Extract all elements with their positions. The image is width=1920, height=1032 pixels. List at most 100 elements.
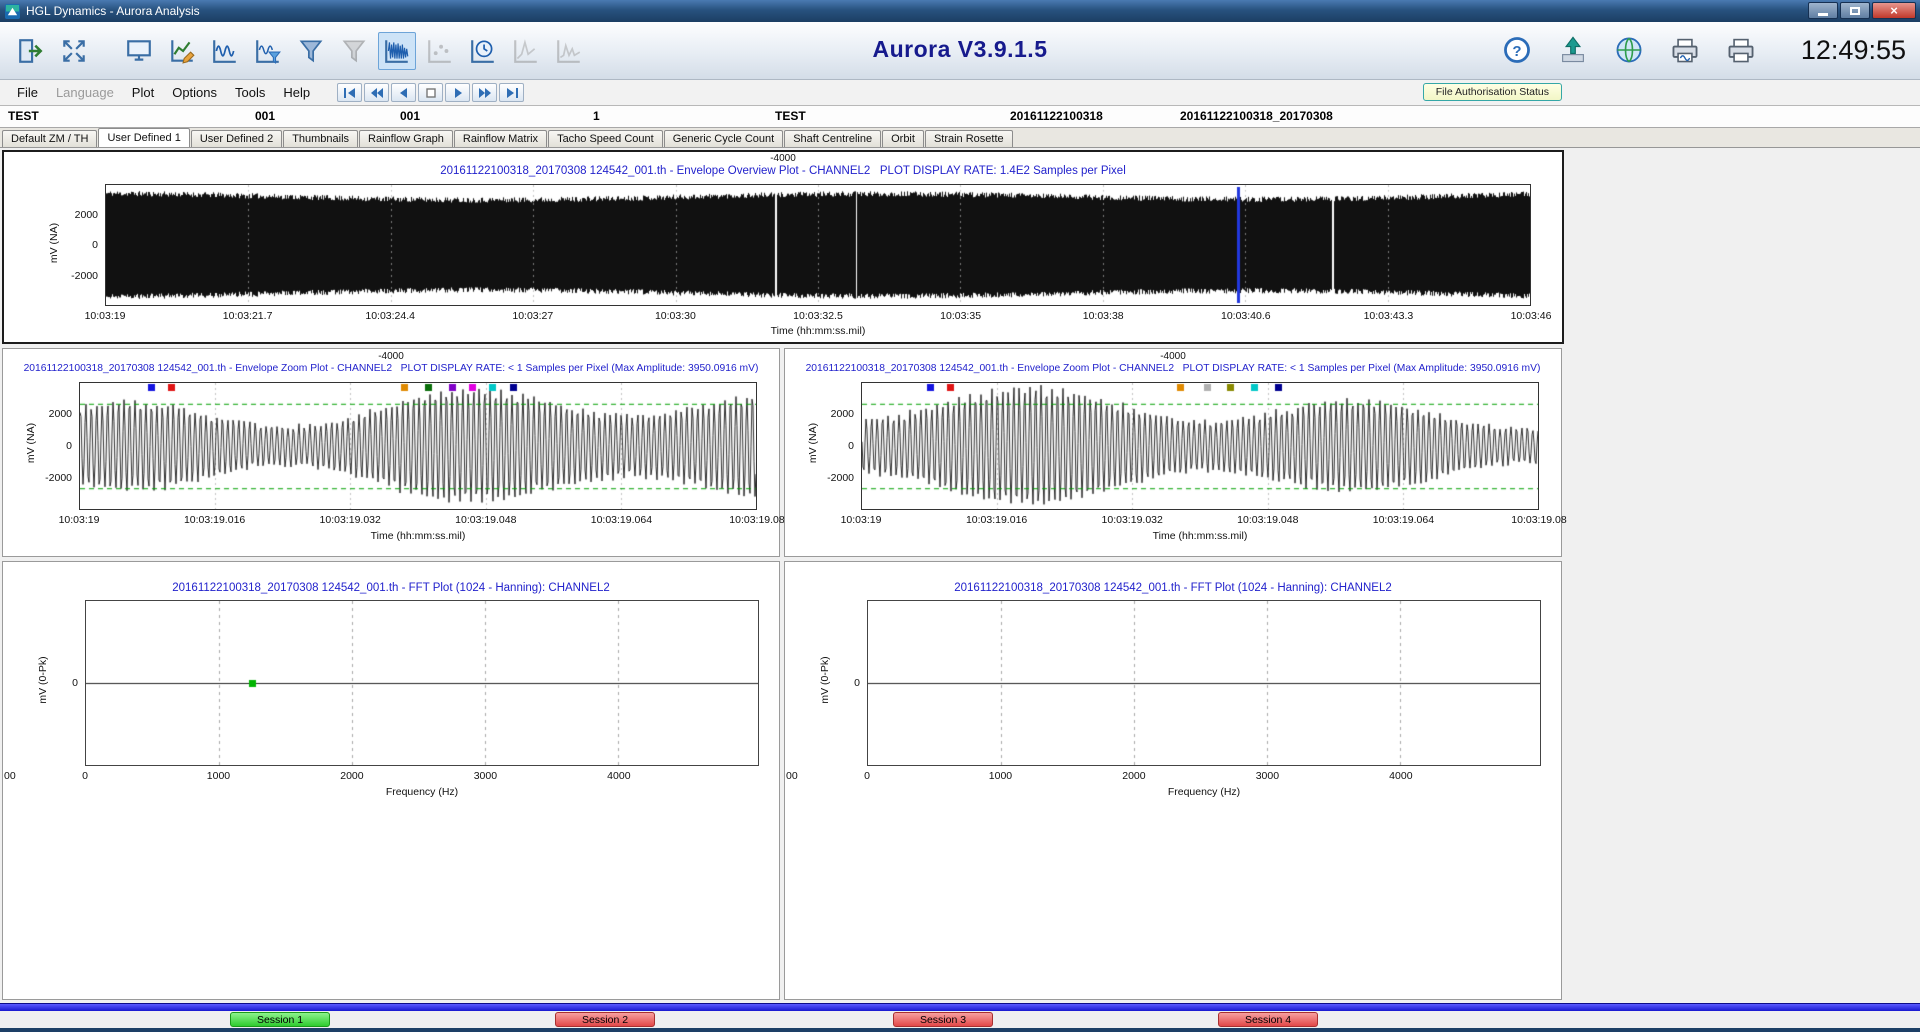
y-tick: 0 <box>92 239 98 251</box>
x-axis-label: Time (hh:mm:ss.mil) <box>370 530 466 542</box>
nav-next-button[interactable] <box>445 83 471 102</box>
help-icon[interactable]: ? <box>1499 32 1535 68</box>
x-axis-ticks: 10:03:19 10:03:21.7 10:03:24.4 10:03:27 10:0… <box>85 310 1552 323</box>
y-tick: 0 <box>66 440 72 452</box>
x-tick: 10:03:19.048 <box>455 514 517 526</box>
menu-file[interactable]: File <box>8 85 47 100</box>
nav-forward-button[interactable] <box>472 83 498 102</box>
filtered-plot-icon[interactable] <box>249 32 287 70</box>
toolbar-right-icons: ? 12:49:55 <box>1499 32 1906 68</box>
menu-plot[interactable]: Plot <box>123 85 163 100</box>
x-tick: 10:03:19.016 <box>183 514 246 526</box>
x-tick: 10:03:19.032 <box>319 514 381 526</box>
maximize-button[interactable] <box>1840 2 1870 19</box>
waveform-plot-icon[interactable] <box>206 32 244 70</box>
tab-tacho-speed-count[interactable]: Tacho Speed Count <box>548 130 663 147</box>
tab-user-defined-2[interactable]: User Defined 2 <box>190 130 283 147</box>
nav-stop-button[interactable] <box>418 83 444 102</box>
menu-language: Language <box>55 85 114 100</box>
info-field: 001 <box>400 109 421 123</box>
tab-rainflow-graph[interactable]: Rainflow Graph <box>359 130 453 147</box>
y-tick: 0 <box>854 677 860 689</box>
y-axis-label: mV (NA) <box>807 422 819 464</box>
test-info-row: TEST 001 001 1 TEST 20161122100318 20161122100… <box>0 106 1920 128</box>
fft-plot-panel-left: 20161122100318_20170308 124542_001.th - … <box>2 561 780 1000</box>
x-tick: 3000 <box>473 770 498 782</box>
plot-title: 20161122100318_20170308 124542_001.th - … <box>440 165 1126 177</box>
tab-default-zm-th[interactable]: Default ZM / TH <box>2 130 98 147</box>
plot-area[interactable] <box>105 184 1531 306</box>
upload-icon[interactable] <box>1555 32 1591 68</box>
globe-icon[interactable] <box>1611 32 1647 68</box>
spectrum2-plot-icon[interactable] <box>550 32 588 70</box>
plot-area[interactable] <box>861 382 1539 510</box>
x-tick: 10:03:32.5 <box>793 310 843 322</box>
x-tick: 0 <box>82 770 88 782</box>
envelope-zoom-plot-panel-left: -4000 20161122100318_20170308 124542_001… <box>2 348 785 557</box>
x-tick: 10:03:19 <box>84 310 126 322</box>
print-preview-icon[interactable] <box>1667 32 1703 68</box>
y-tick: -2000 <box>45 472 72 484</box>
nav-first-button[interactable] <box>337 83 363 102</box>
plot-area[interactable] <box>79 382 757 510</box>
exit-icon[interactable] <box>12 32 50 70</box>
menu-help[interactable]: Help <box>274 85 319 100</box>
app-version-title: Aurora V3.9.1.5 <box>872 36 1048 62</box>
fullscreen-icon[interactable] <box>55 32 93 70</box>
session-separator-bar <box>0 1003 1920 1011</box>
menu-bar: File Language Plot Options Tools Help File Au… <box>0 80 1920 106</box>
y-tick: 2000 <box>48 408 72 420</box>
fft-canvas <box>868 601 1540 765</box>
y-tick: 2000 <box>830 408 854 420</box>
spectrum-plot-icon[interactable] <box>507 32 545 70</box>
x-tick: 0 <box>864 770 870 782</box>
scatter-plot-icon[interactable] <box>421 32 459 70</box>
display-setup-icon[interactable] <box>120 32 158 70</box>
app-icon <box>5 3 20 19</box>
menu-options[interactable]: Options <box>163 85 226 100</box>
x-tick: 10:03:19.08 <box>729 514 785 526</box>
plot-area[interactable] <box>85 600 759 766</box>
nav-previous-button[interactable] <box>391 83 417 102</box>
tab-generic-cycle-count[interactable]: Generic Cycle Count <box>663 130 784 147</box>
menu-tools[interactable]: Tools <box>226 85 274 100</box>
info-field: TEST <box>775 109 806 123</box>
nav-rewind-button[interactable] <box>364 83 390 102</box>
envelope-overview-plot-panel: -4000 20161122100318_20170308 124542_001… <box>2 150 1564 344</box>
tab-thumbnails[interactable]: Thumbnails <box>283 130 359 147</box>
tab-orbit[interactable]: Orbit <box>882 130 924 147</box>
session-button-2[interactable]: Session 2 <box>555 1012 655 1027</box>
tab-shaft-centreline[interactable]: Shaft Centreline <box>784 130 882 147</box>
x-axis-ticks: 0 1000 2000 3000 4000 <box>864 770 1541 783</box>
minimize-button[interactable] <box>1808 2 1838 19</box>
file-authorisation-status-button[interactable]: File Authorisation Status <box>1422 83 1562 101</box>
info-field: 1 <box>593 109 600 123</box>
filter-icon[interactable] <box>292 32 330 70</box>
tab-strain-rosette[interactable]: Strain Rosette <box>924 130 1013 147</box>
session-button-3[interactable]: Session 3 <box>893 1012 993 1027</box>
tab-user-defined-1[interactable]: User Defined 1 <box>98 128 190 147</box>
x-tick: 10:03:38 <box>1082 310 1124 322</box>
plot-title: 20161122100318_20170308 124542_001.th - … <box>954 582 1392 594</box>
nav-last-button[interactable] <box>499 83 525 102</box>
y-axis-label: mV (NA) <box>25 422 37 464</box>
tab-rainflow-matrix[interactable]: Rainflow Matrix <box>453 130 548 147</box>
x-tick: 4000 <box>1389 770 1413 782</box>
title-bar: HGL Dynamics - Aurora Analysis × <box>0 0 1920 22</box>
y-tick: 0 <box>848 440 854 452</box>
x-tick: 10:03:43.3 <box>1363 310 1414 322</box>
filter-disabled-icon[interactable] <box>335 32 373 70</box>
clock-plot-icon[interactable] <box>464 32 502 70</box>
info-field: TEST <box>8 109 39 123</box>
plot-area[interactable] <box>867 600 1541 766</box>
session-button-1[interactable]: Session 1 <box>230 1012 330 1027</box>
x-tick: 10:03:19 <box>58 514 100 526</box>
envelope-plot-icon[interactable] <box>378 31 416 70</box>
toolbar-left-icons <box>12 31 588 70</box>
y-axis-label: mV (NA) <box>48 222 60 264</box>
print-icon[interactable] <box>1723 32 1759 68</box>
session-button-4[interactable]: Session 4 <box>1218 1012 1318 1027</box>
close-button[interactable]: × <box>1872 2 1916 19</box>
main-toolbar: Aurora V3.9.1.5 ? 12:49:55 <box>0 22 1920 80</box>
plot-setup-icon[interactable] <box>163 32 201 70</box>
